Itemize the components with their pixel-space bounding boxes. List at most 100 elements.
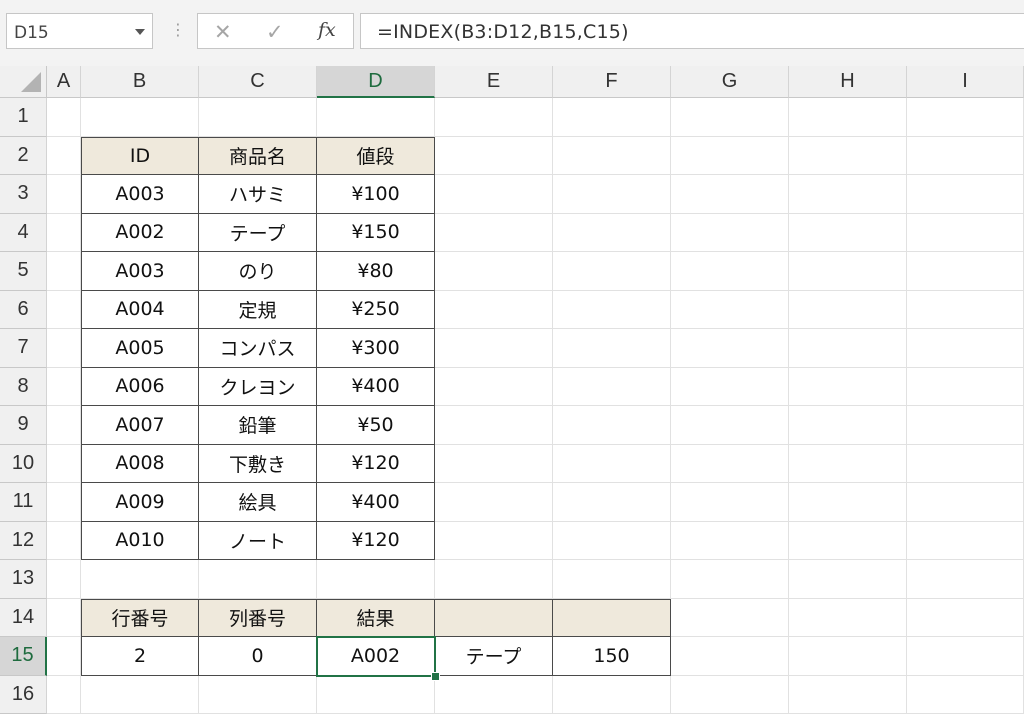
formula-input[interactable]: =INDEX(B3:D12,B15,C15) [360,13,1024,49]
cell-A12[interactable] [47,522,81,561]
cell-E1[interactable] [435,98,553,137]
cell-E11[interactable] [435,483,553,522]
cell-A9[interactable] [47,406,81,445]
cell-I8[interactable] [907,368,1024,407]
cell-B3[interactable]: A003 [81,175,199,214]
cell-A6[interactable] [47,291,81,330]
cell-F16[interactable] [553,676,671,714]
cell-A16[interactable] [47,676,81,714]
cell-I3[interactable] [907,175,1024,214]
cell-G13[interactable] [671,560,789,599]
cell-D12[interactable]: ¥120 [317,522,435,561]
cell-G8[interactable] [671,368,789,407]
cell-D7[interactable]: ¥300 [317,329,435,368]
cell-F1[interactable] [553,98,671,137]
cell-C3[interactable]: ハサミ [199,175,317,214]
cell-C2[interactable]: 商品名 [199,137,317,176]
cell-B14[interactable]: 行番号 [81,599,199,638]
cell-G12[interactable] [671,522,789,561]
chevron-down-icon[interactable] [135,29,145,35]
cell-G7[interactable] [671,329,789,368]
cell-A1[interactable] [47,98,81,137]
column-header-D[interactable]: D [317,66,435,98]
cell-A4[interactable] [47,214,81,253]
cell-G16[interactable] [671,676,789,714]
cell-E10[interactable] [435,445,553,484]
row-header-6[interactable]: 6 [0,291,47,330]
cell-H11[interactable] [789,483,907,522]
cell-H2[interactable] [789,137,907,176]
cell-B9[interactable]: A007 [81,406,199,445]
cell-H4[interactable] [789,214,907,253]
cell-E9[interactable] [435,406,553,445]
column-header-I[interactable]: I [907,66,1024,98]
row-header-8[interactable]: 8 [0,368,47,407]
cell-F6[interactable] [553,291,671,330]
cell-F10[interactable] [553,445,671,484]
cell-B15[interactable]: 2 [81,637,199,676]
cell-B1[interactable] [81,98,199,137]
cell-E8[interactable] [435,368,553,407]
cell-D11[interactable]: ¥400 [317,483,435,522]
cell-F2[interactable] [553,137,671,176]
cell-B12[interactable]: A010 [81,522,199,561]
cell-C6[interactable]: 定規 [199,291,317,330]
cell-F5[interactable] [553,252,671,291]
cell-A14[interactable] [47,599,81,638]
column-header-H[interactable]: H [789,66,907,98]
cell-D1[interactable] [317,98,435,137]
cell-D5[interactable]: ¥80 [317,252,435,291]
cell-C13[interactable] [199,560,317,599]
cell-I7[interactable] [907,329,1024,368]
cell-F8[interactable] [553,368,671,407]
cell-I12[interactable] [907,522,1024,561]
cell-F12[interactable] [553,522,671,561]
cell-F13[interactable] [553,560,671,599]
insert-function-icon[interactable]: fx [318,19,336,41]
cell-B10[interactable]: A008 [81,445,199,484]
cell-G11[interactable] [671,483,789,522]
cell-H8[interactable] [789,368,907,407]
cell-H14[interactable] [789,599,907,638]
cell-A5[interactable] [47,252,81,291]
cell-I10[interactable] [907,445,1024,484]
cell-I16[interactable] [907,676,1024,714]
cell-I2[interactable] [907,137,1024,176]
column-header-G[interactable]: G [671,66,789,98]
cell-B11[interactable]: A009 [81,483,199,522]
cell-E2[interactable] [435,137,553,176]
cell-C9[interactable]: 鉛筆 [199,406,317,445]
cell-G5[interactable] [671,252,789,291]
cell-I14[interactable] [907,599,1024,638]
cell-F3[interactable] [553,175,671,214]
row-header-2[interactable]: 2 [0,137,47,176]
cell-H1[interactable] [789,98,907,137]
cell-I15[interactable] [907,637,1024,676]
cell-B8[interactable]: A006 [81,368,199,407]
cell-E14[interactable] [435,599,553,638]
cell-H12[interactable] [789,522,907,561]
fill-handle[interactable] [431,672,440,681]
check-icon[interactable]: ✓ [266,20,284,44]
cell-E4[interactable] [435,214,553,253]
row-header-15[interactable]: 15 [0,637,47,676]
cell-B5[interactable]: A003 [81,252,199,291]
cell-A11[interactable] [47,483,81,522]
column-header-E[interactable]: E [435,66,553,98]
cell-A10[interactable] [47,445,81,484]
cell-F15[interactable]: 150 [553,637,671,676]
cell-D8[interactable]: ¥400 [317,368,435,407]
cell-H3[interactable] [789,175,907,214]
cell-C11[interactable]: 絵具 [199,483,317,522]
cell-C4[interactable]: テープ [199,214,317,253]
cell-H7[interactable] [789,329,907,368]
cell-G1[interactable] [671,98,789,137]
cell-C8[interactable]: クレヨン [199,368,317,407]
cell-A8[interactable] [47,368,81,407]
cell-A3[interactable] [47,175,81,214]
cell-H15[interactable] [789,637,907,676]
cell-D6[interactable]: ¥250 [317,291,435,330]
column-header-A[interactable]: A [47,66,81,98]
cell-I9[interactable] [907,406,1024,445]
cell-H13[interactable] [789,560,907,599]
